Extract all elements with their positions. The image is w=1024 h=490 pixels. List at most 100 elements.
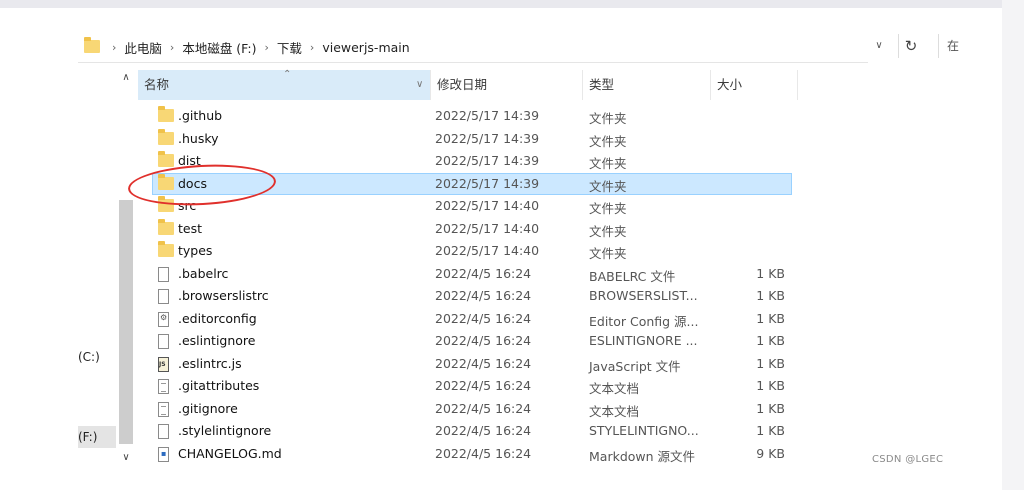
nav-item-drive-f[interactable]: (F:)	[78, 426, 116, 448]
chevron-right-icon[interactable]: ›	[310, 41, 314, 54]
file-date: 2022/5/17 14:39	[435, 153, 540, 168]
scroll-down-icon[interactable]: ∨	[118, 450, 134, 466]
javascript-file-icon	[158, 356, 169, 372]
column-size[interactable]: 大小	[710, 70, 798, 100]
navigation-pane: (C:) (F:)	[78, 70, 118, 470]
file-row[interactable]: .gitattributes 2022/4/5 16:24 文本文档 1 KB	[138, 375, 793, 397]
column-name[interactable]: 名称 ⌃ ∨	[138, 69, 430, 100]
scroll-thumb[interactable]	[119, 200, 133, 444]
file-size: 1 KB	[756, 288, 785, 303]
file-date: 2022/5/17 14:39	[435, 130, 540, 146]
file-type: 文件夹	[589, 223, 627, 239]
file-name: .eslintignore	[178, 333, 256, 348]
text-file-icon	[158, 401, 169, 417]
breadcrumb: › 此电脑 › 本地磁盘 (F:) › 下载 › viewerjs-main	[104, 38, 410, 57]
folder-icon	[158, 128, 174, 145]
file-type: 文件夹	[589, 133, 627, 149]
file-type: 文本文档	[589, 381, 640, 396]
breadcrumb-item[interactable]: 下载	[277, 38, 302, 57]
chevron-right-icon[interactable]: ›	[265, 41, 269, 54]
file-name: types	[178, 243, 213, 258]
file-size: 1 KB	[756, 378, 785, 393]
file-icon	[158, 334, 169, 349]
nav-scrollbar[interactable]: ∧ ∨	[118, 70, 134, 470]
file-row[interactable]: .editorconfig 2022/4/5 16:24 Editor Config…	[138, 308, 793, 330]
markdown-file-icon	[158, 446, 169, 462]
file-date: 2022/4/5 16:24	[435, 355, 532, 371]
chevron-down-icon[interactable]: ∨	[416, 70, 423, 100]
file-row[interactable]: CHANGELOG.md 2022/4/5 16:24 Markdown 源文件 9 …	[138, 443, 793, 465]
file-date: 2022/4/5 16:24	[435, 378, 532, 393]
file-type: 文本文档	[589, 403, 640, 419]
address-bar[interactable]: › 此电脑 › 本地磁盘 (F:) › 下载 › viewerjs-main ∨…	[78, 30, 959, 63]
column-date[interactable]: 修改日期	[430, 70, 582, 100]
file-size: 1 KB	[756, 333, 785, 348]
file-type: ESLINTIGNORE ...	[589, 333, 698, 348]
folder-icon	[84, 37, 100, 53]
file-date: 2022/5/17 14:40	[435, 198, 540, 213]
file-type: JavaScript 文件	[589, 358, 681, 374]
file-date: 2022/5/17 14:39	[435, 175, 540, 191]
file-type: 文件夹	[589, 111, 627, 126]
file-type: 文件夹	[589, 201, 627, 216]
file-name: test	[178, 220, 203, 236]
file-name: .husky	[178, 130, 219, 146]
file-size: 1 KB	[756, 400, 785, 416]
file-icon	[158, 266, 169, 282]
nav-item-drive-c[interactable]: (C:)	[78, 350, 100, 364]
file-name: .gitattributes	[178, 378, 260, 393]
column-type[interactable]: 类型	[582, 70, 710, 100]
column-name-label: 名称	[144, 77, 170, 92]
file-row[interactable]: .babelrc 2022/4/5 16:24 BABELRC 文件 1 KB	[138, 263, 793, 285]
file-size: 1 KB	[756, 265, 785, 281]
column-header: 名称 ⌃ ∨ 修改日期 类型 大小	[138, 69, 798, 100]
file-name: CHANGELOG.md	[178, 445, 282, 461]
folder-icon	[158, 241, 174, 257]
file-date: 2022/4/5 16:24	[435, 288, 532, 303]
file-name: .stylelintignore	[178, 423, 272, 438]
text-file-icon	[158, 379, 169, 394]
file-row[interactable]: test 2022/5/17 14:40 文件夹	[138, 218, 793, 240]
file-row[interactable]: .eslintrc.js 2022/4/5 16:24 JavaScript 文件 1…	[138, 353, 793, 375]
file-type: 文件夹	[589, 156, 627, 171]
file-row[interactable]: .browserslistrc 2022/4/5 16:24 BROWSERSLIS…	[138, 285, 793, 307]
file-row[interactable]: .github 2022/5/17 14:39 文件夹	[138, 105, 793, 127]
file-type: 文件夹	[589, 178, 627, 194]
file-name: .github	[178, 108, 223, 123]
breadcrumb-item[interactable]: 此电脑	[124, 38, 162, 57]
file-row[interactable]: .husky 2022/5/17 14:39 文件夹	[138, 128, 793, 150]
folder-icon	[158, 106, 174, 122]
scroll-up-icon[interactable]: ∧	[118, 70, 134, 86]
file-row[interactable]: .gitignore 2022/4/5 16:24 文本文档 1 KB	[138, 398, 793, 420]
file-icon	[158, 289, 169, 304]
chevron-right-icon[interactable]: ›	[112, 41, 116, 54]
file-date: 2022/4/5 16:24	[435, 310, 532, 326]
file-row[interactable]: .stylelintignore 2022/4/5 16:24 STYLELINTI…	[138, 420, 793, 442]
file-type: 文件夹	[589, 246, 627, 261]
file-row[interactable]: .eslintignore 2022/4/5 16:24 ESLINTIGNORE …	[138, 330, 793, 352]
folder-icon	[158, 151, 174, 167]
chevron-down-icon[interactable]: ∨	[870, 36, 888, 56]
breadcrumb-item[interactable]: viewerjs-main	[322, 40, 409, 55]
chevron-right-icon[interactable]: ›	[170, 41, 174, 54]
file-date: 2022/5/17 14:39	[435, 108, 540, 123]
file-icon	[158, 424, 169, 439]
address-box[interactable]: › 此电脑 › 本地磁盘 (F:) › 下载 › viewerjs-main	[78, 30, 868, 63]
file-row[interactable]: types 2022/5/17 14:40 文件夹	[138, 240, 793, 262]
file-size: 1 KB	[756, 423, 785, 438]
search-box-partial[interactable]: 在	[938, 34, 961, 58]
watermark: CSDN @LGEC	[872, 454, 944, 465]
file-date: 2022/4/5 16:24	[435, 333, 532, 348]
file-date: 2022/5/17 14:40	[435, 220, 540, 236]
refresh-icon[interactable]: ↻	[898, 34, 923, 58]
file-name: .babelrc	[178, 265, 229, 281]
file-name: .eslintrc.js	[178, 355, 242, 371]
file-type: Markdown 源文件	[589, 448, 696, 464]
file-date: 2022/4/5 16:24	[435, 400, 532, 416]
file-date: 2022/5/17 14:40	[435, 243, 540, 258]
file-type: BABELRC 文件	[589, 268, 676, 284]
file-type: BROWSERSLIST...	[589, 288, 698, 303]
breadcrumb-item[interactable]: 本地磁盘 (F:)	[182, 38, 256, 57]
folder-icon	[158, 218, 174, 235]
file-size: 1 KB	[756, 310, 785, 326]
